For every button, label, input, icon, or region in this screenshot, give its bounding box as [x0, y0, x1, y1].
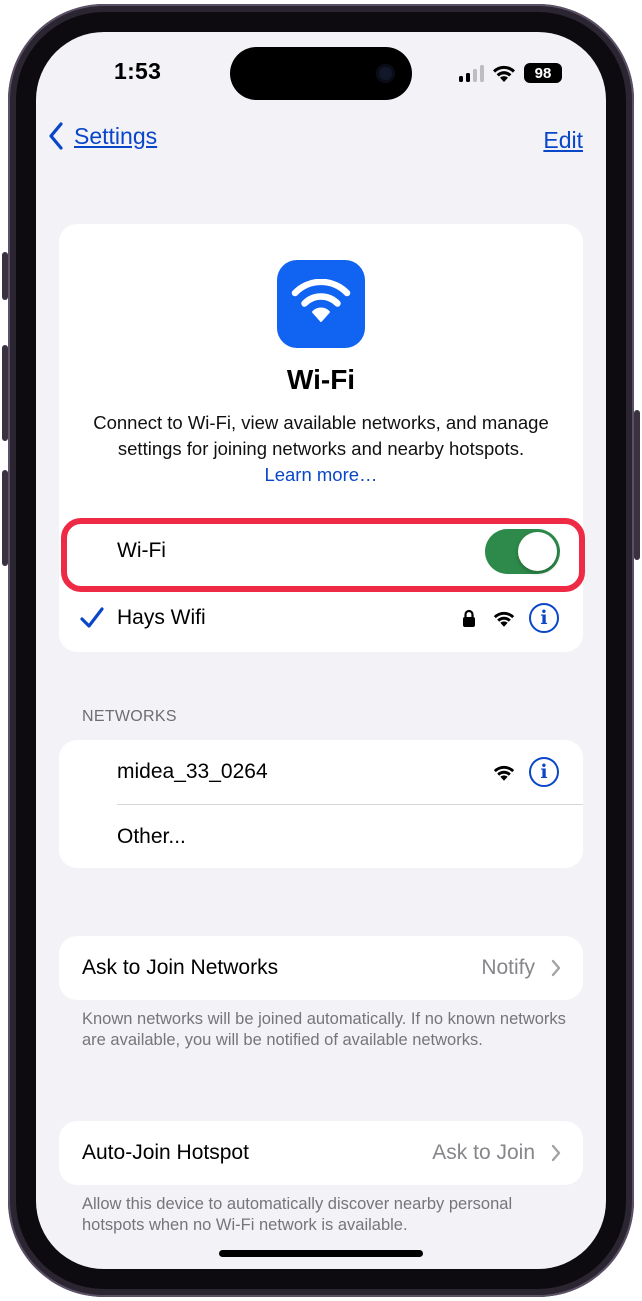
ask-to-join-footnote: Known networks will be joined automatica…	[82, 1010, 566, 1049]
connected-network-name: Hays Wifi	[117, 606, 206, 629]
status-time: 1:53	[114, 58, 162, 84]
other-network-label: Other...	[117, 824, 186, 848]
info-icon[interactable]: i	[529, 603, 559, 633]
chevron-right-icon	[551, 1144, 561, 1162]
info-icon[interactable]: i	[529, 757, 559, 787]
auto-join-row[interactable]: Auto-Join Hotspot Ask to Join	[59, 1121, 583, 1185]
ask-to-join-value-group: Notify	[481, 956, 561, 980]
dynamic-island	[230, 47, 412, 100]
wifi-signal-icon	[493, 611, 515, 627]
wifi-signal-icon	[493, 765, 515, 781]
networks-card: midea_33_0264 i Other...	[59, 740, 583, 868]
wifi-icon	[277, 260, 365, 348]
home-indicator[interactable]	[219, 1250, 423, 1257]
networks-header: NETWORKS	[82, 708, 177, 725]
auto-join-card[interactable]: Auto-Join Hotspot Ask to Join	[59, 1121, 583, 1185]
ask-to-join-row[interactable]: Ask to Join Networks Notify	[59, 936, 583, 1000]
status-icons: 98	[459, 62, 562, 84]
checkmark-icon	[80, 607, 104, 628]
auto-join-footnote: Allow this device to automatically disco…	[82, 1195, 513, 1234]
wifi-status-icon	[493, 65, 515, 82]
wifi-toggle[interactable]	[485, 529, 560, 574]
wifi-card: Wi-Fi Connect to Wi-Fi, view available n…	[59, 224, 583, 652]
ask-to-join-card[interactable]: Ask to Join Networks Notify	[59, 936, 583, 1000]
camera-icon	[376, 64, 395, 83]
auto-join-value: Ask to Join	[432, 1141, 535, 1164]
auto-join-value-group: Ask to Join	[432, 1141, 561, 1165]
cellular-signal-icon	[459, 64, 484, 82]
chevron-left-icon	[49, 122, 63, 150]
network-row[interactable]: midea_33_0264 i	[59, 740, 583, 804]
power-button	[634, 410, 640, 560]
action-button	[2, 252, 8, 300]
hero-description: Connect to Wi-Fi, view available network…	[93, 410, 549, 488]
toggle-knob	[518, 532, 557, 571]
network-name: midea_33_0264	[117, 760, 268, 783]
ask-to-join-label: Ask to Join Networks	[82, 956, 279, 979]
ask-to-join-value: Notify	[481, 956, 535, 979]
battery-icon: 98	[524, 63, 562, 83]
screen: 1:53 98 Settings Edit Wi-Fi Connect to W…	[36, 32, 606, 1269]
edit-button[interactable]: Edit	[543, 127, 583, 154]
other-network-row[interactable]: Other...	[59, 805, 583, 868]
wifi-toggle-row: Wi-Fi	[59, 518, 583, 584]
volume-down-button	[2, 470, 8, 566]
chevron-right-icon	[551, 959, 561, 977]
description-text: Connect to Wi-Fi, view available network…	[93, 412, 549, 459]
learn-more-link[interactable]: Learn more…	[264, 464, 377, 485]
auto-join-label: Auto-Join Hotspot	[82, 1141, 249, 1164]
back-label: Settings	[74, 122, 158, 149]
volume-up-button	[2, 345, 8, 441]
lock-icon	[463, 609, 475, 627]
back-button[interactable]: Settings	[48, 122, 157, 150]
wifi-toggle-label: Wi-Fi	[117, 539, 166, 562]
connected-network-row[interactable]: Hays Wifi i	[59, 584, 583, 652]
page-title: Wi-Fi	[286, 364, 356, 395]
